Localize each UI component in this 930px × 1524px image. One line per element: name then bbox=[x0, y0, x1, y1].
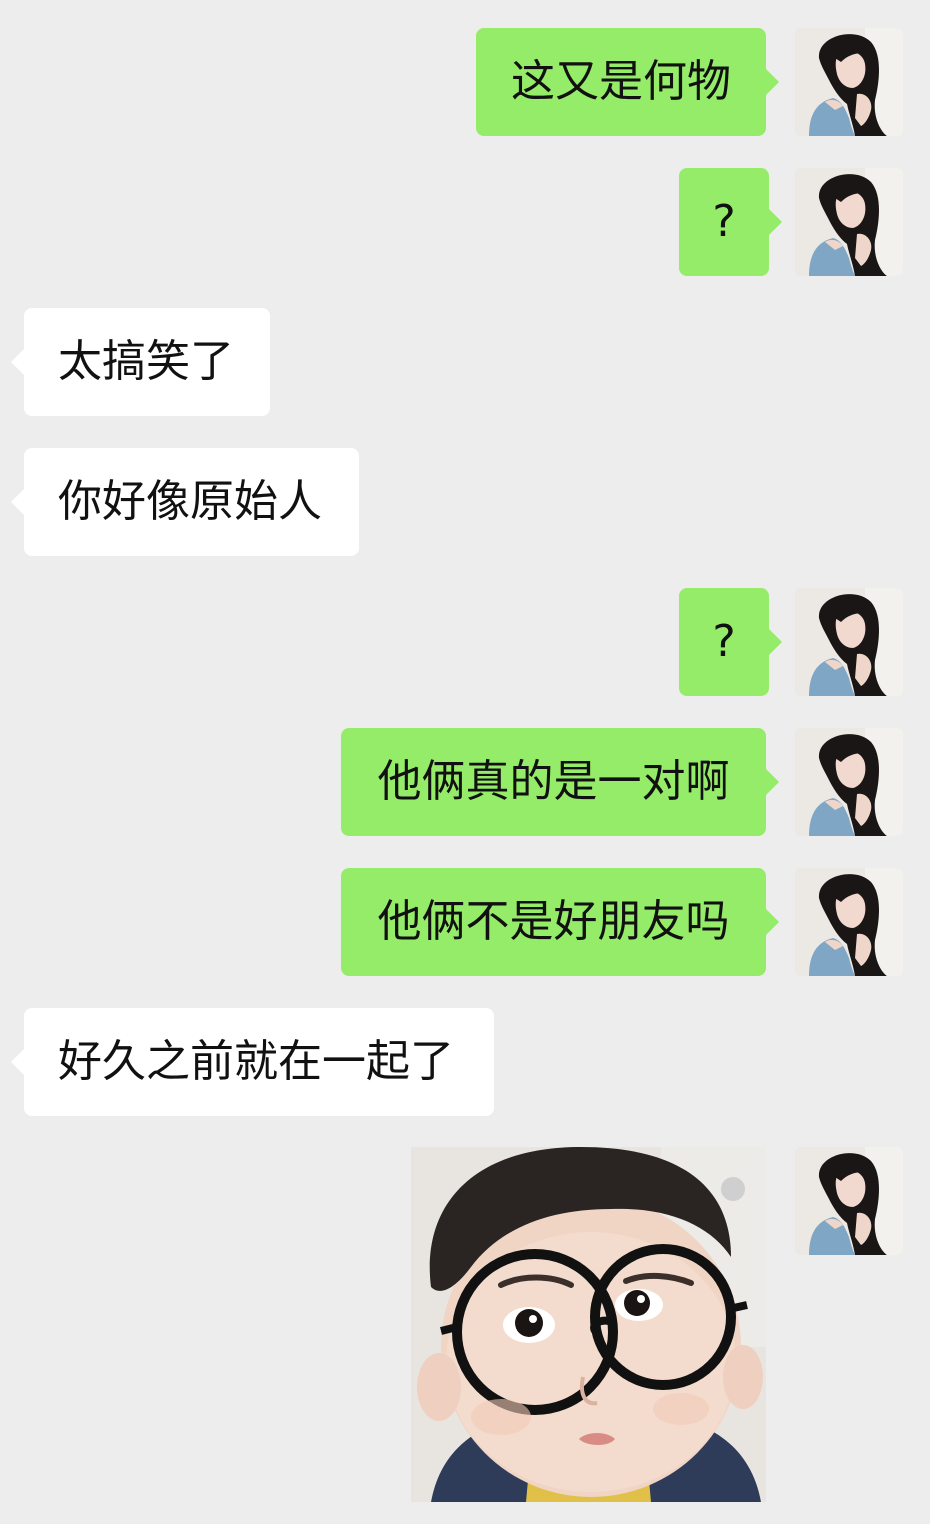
user-avatar[interactable] bbox=[795, 868, 903, 976]
incoming-message-bubble[interactable]: 太搞笑了 bbox=[11, 308, 270, 416]
user-avatar[interactable] bbox=[795, 728, 903, 836]
incoming-message-bubble[interactable]: 你好像原始人 bbox=[11, 448, 359, 556]
outgoing-message-bubble[interactable]: 他俩真的是一对啊 bbox=[341, 728, 779, 836]
avatar-image bbox=[795, 728, 903, 836]
sticker-image[interactable] bbox=[411, 1147, 766, 1502]
boy-with-glasses-sticker bbox=[411, 1147, 766, 1502]
avatar-image bbox=[795, 1147, 903, 1255]
message-text: 他俩不是好朋友吗 bbox=[377, 896, 730, 947]
message-text: 好久之前就在一起了 bbox=[58, 1036, 454, 1087]
user-avatar[interactable] bbox=[795, 588, 903, 696]
avatar-image bbox=[795, 868, 903, 976]
message-text: 这又是何物 bbox=[511, 56, 731, 107]
avatar-image bbox=[795, 168, 903, 276]
outgoing-message-bubble[interactable]: ? bbox=[679, 588, 782, 696]
message-text: 他俩真的是一对啊 bbox=[377, 756, 730, 807]
avatar-image bbox=[795, 588, 903, 696]
message-text: 太搞笑了 bbox=[58, 336, 234, 387]
user-avatar[interactable] bbox=[795, 168, 903, 276]
incoming-message-bubble[interactable]: 好久之前就在一起了 bbox=[11, 1008, 494, 1116]
outgoing-message-bubble[interactable]: 这又是何物 bbox=[476, 28, 779, 136]
message-text: ? bbox=[712, 196, 736, 247]
message-text: 你好像原始人 bbox=[58, 476, 322, 527]
outgoing-message-bubble[interactable]: 他俩不是好朋友吗 bbox=[341, 868, 779, 976]
outgoing-message-bubble[interactable]: ? bbox=[679, 168, 782, 276]
user-avatar[interactable] bbox=[795, 1147, 903, 1255]
message-text: ? bbox=[712, 616, 736, 667]
user-avatar[interactable] bbox=[795, 28, 903, 136]
avatar-image bbox=[795, 28, 903, 136]
